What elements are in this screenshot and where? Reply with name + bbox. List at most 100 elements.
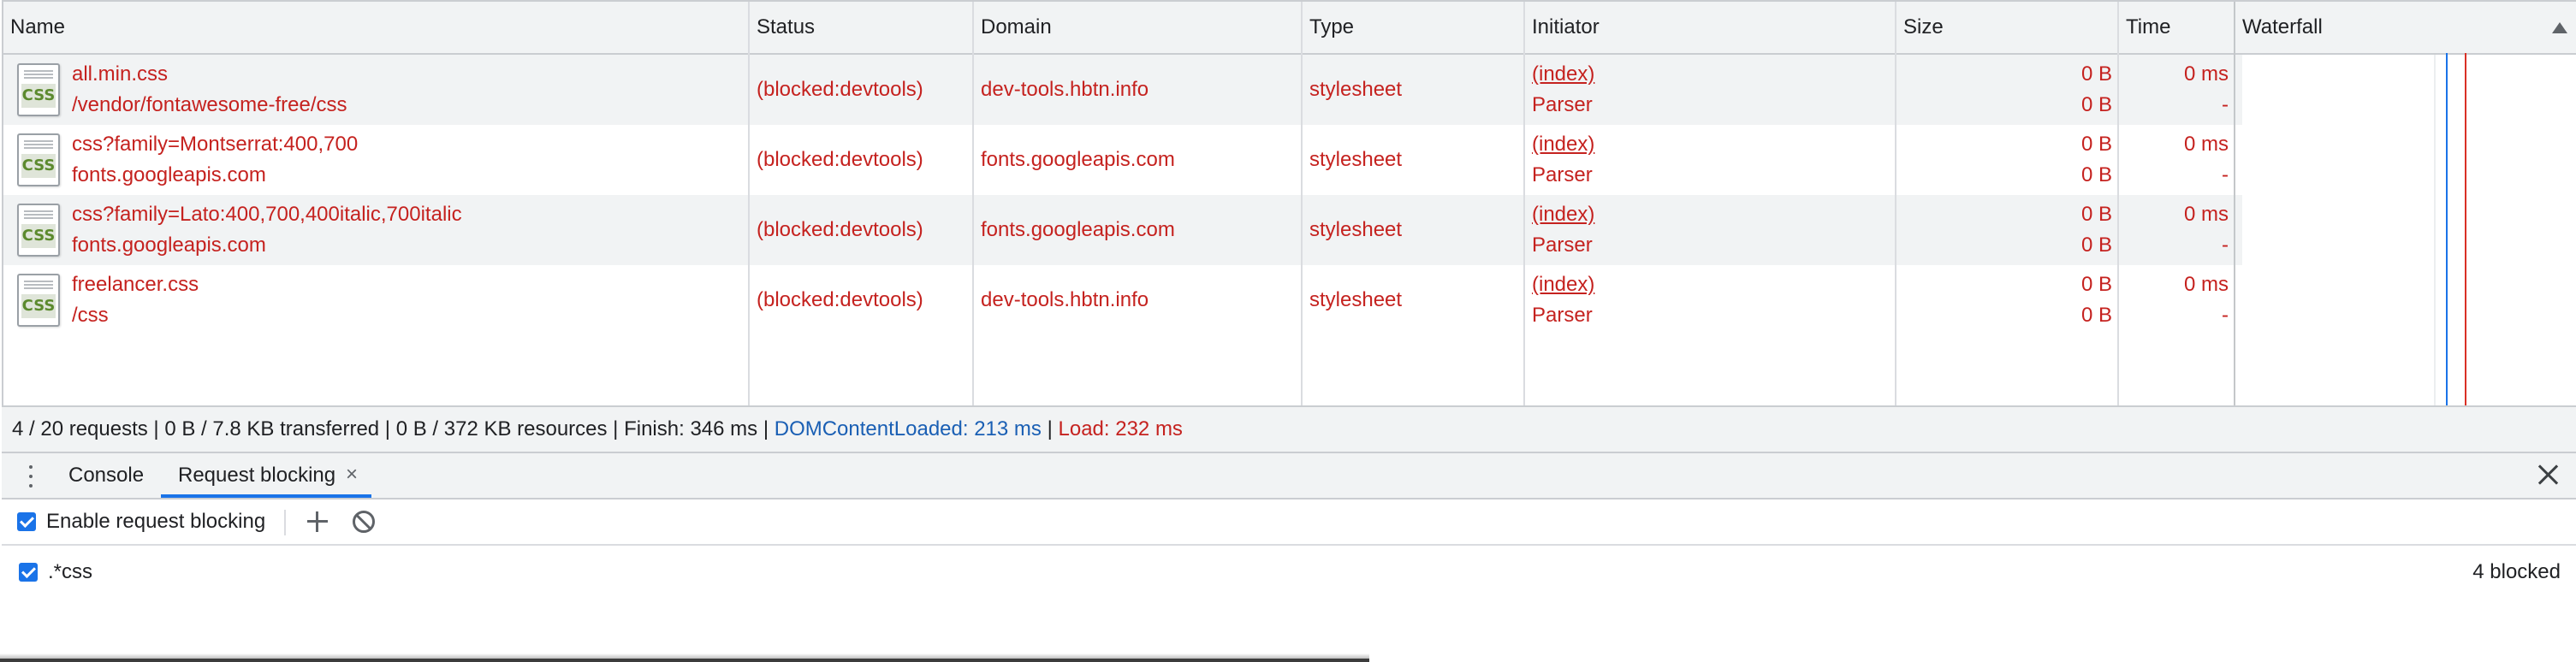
request-name: freelancer.css	[72, 273, 199, 296]
column-divider[interactable]	[1895, 2, 1896, 405]
summary-load: Load: 232 ms	[1058, 417, 1183, 440]
initiator-link[interactable]: (index)	[1532, 62, 1594, 87]
pattern-enabled-checkbox[interactable]	[19, 563, 38, 582]
sort-ascending-icon[interactable]	[2552, 22, 2567, 33]
css-file-icon: CSS	[17, 204, 60, 257]
toolbar-divider	[284, 510, 286, 535]
summary-dom-content-loaded: DOMContentLoaded: 213 ms	[774, 417, 1042, 440]
request-type: stylesheet	[1309, 218, 1403, 241]
table-row[interactable]: CSS all.min.css /vendor/fontawesome-free…	[3, 55, 2576, 125]
network-request-table: Name Status Domain Type Initiator Size T…	[2, 0, 2576, 405]
column-header-size[interactable]: Size	[1896, 2, 2117, 53]
request-status: (blocked:devtools)	[757, 218, 923, 241]
enable-request-blocking-checkbox[interactable]	[17, 512, 36, 531]
size-resource: 0 B	[2080, 93, 2112, 116]
request-domain: dev-tools.hbtn.info	[981, 288, 1149, 311]
add-pattern-icon[interactable]	[306, 511, 329, 533]
request-time: 0 ms	[2183, 203, 2229, 226]
summary-separator: |	[147, 417, 165, 440]
request-status: (blocked:devtools)	[757, 78, 923, 101]
size-transferred: 0 B	[2080, 62, 2112, 86]
request-name: css?family=Montserrat:400,700	[72, 133, 359, 156]
size-resource: 0 B	[2080, 233, 2112, 257]
initiator-type: Parser	[1532, 304, 1593, 327]
tab-console[interactable]: Console	[68, 453, 144, 498]
column-divider[interactable]	[2234, 2, 2235, 405]
request-latency: -	[2222, 163, 2229, 186]
tab-request-blocking[interactable]: Request blocking	[161, 453, 371, 498]
summary-requests: 4 / 20 requests	[12, 417, 148, 440]
initiator-link[interactable]: (index)	[1532, 272, 1594, 298]
table-row[interactable]: CSS freelancer.css /css (blocked:devtool…	[3, 265, 2576, 335]
dom-content-loaded-marker	[2446, 53, 2448, 405]
initiator-type: Parser	[1532, 93, 1593, 116]
css-file-icon: CSS	[17, 63, 60, 116]
request-time: 0 ms	[2183, 273, 2229, 296]
request-type: stylesheet	[1309, 288, 1403, 311]
summary-separator: |	[1041, 417, 1059, 440]
initiator-type: Parser	[1532, 233, 1593, 257]
tab-close-icon[interactable]: ×	[346, 453, 358, 498]
waterfall-area	[2242, 55, 2576, 405]
summary-finish: Finish: 346 ms	[624, 417, 758, 440]
size-transferred: 0 B	[2080, 133, 2112, 156]
remove-all-patterns-icon[interactable]	[353, 511, 375, 533]
column-divider[interactable]	[1523, 2, 1525, 405]
column-divider[interactable]	[748, 2, 750, 405]
request-type: stylesheet	[1309, 78, 1403, 101]
request-name: css?family=Lato:400,700,400italic,700ita…	[72, 203, 462, 226]
load-event-marker	[2465, 53, 2466, 405]
css-file-icon: CSS	[17, 133, 60, 186]
request-latency: -	[2222, 233, 2229, 257]
request-domain: fonts.googleapis.com	[981, 148, 1175, 171]
request-path: /css	[72, 304, 109, 327]
request-latency: -	[2222, 304, 2229, 327]
network-summary-bar: 4 / 20 requests | 0 B / 7.8 KB transferr…	[2, 405, 2576, 453]
waterfall-gridline	[2434, 55, 2436, 405]
column-divider[interactable]	[1301, 2, 1303, 405]
more-tools-icon[interactable]	[27, 465, 34, 488]
css-file-icon: CSS	[17, 274, 60, 327]
column-header-initiator[interactable]: Initiator	[1525, 2, 1895, 53]
column-header-name[interactable]: Name	[3, 2, 748, 53]
request-path: /vendor/fontawesome-free/css	[72, 93, 347, 116]
size-transferred: 0 B	[2080, 203, 2112, 226]
request-domain: fonts.googleapis.com	[981, 218, 1175, 241]
initiator-type: Parser	[1532, 163, 1593, 186]
blocked-patterns-list: .*css 4 blocked	[2, 546, 2576, 662]
column-header-type[interactable]: Type	[1303, 2, 1523, 53]
initiator-link[interactable]: (index)	[1532, 132, 1594, 157]
summary-separator: |	[607, 417, 625, 440]
summary-resources: 0 B / 372 KB resources	[395, 417, 608, 440]
column-header-time[interactable]: Time	[2119, 2, 2234, 53]
request-status: (blocked:devtools)	[757, 288, 923, 311]
column-header-status[interactable]: Status	[750, 2, 972, 53]
enable-request-blocking-label[interactable]: Enable request blocking	[46, 499, 265, 544]
size-transferred: 0 B	[2080, 273, 2112, 296]
table-row[interactable]: CSS css?family=Montserrat:400,700 fonts.…	[3, 125, 2576, 195]
request-status: (blocked:devtools)	[757, 148, 923, 171]
request-domain: dev-tools.hbtn.info	[981, 78, 1149, 101]
column-header-domain[interactable]: Domain	[974, 2, 1301, 53]
table-row[interactable]: CSS css?family=Lato:400,700,400italic,70…	[3, 195, 2576, 265]
summary-separator: |	[757, 417, 775, 440]
request-time: 0 ms	[2183, 133, 2229, 156]
size-resource: 0 B	[2080, 163, 2112, 186]
pattern-blocked-count: 4 blocked	[2472, 560, 2561, 583]
request-name: all.min.css	[72, 62, 169, 86]
column-header-waterfall[interactable]: Waterfall	[2235, 2, 2543, 53]
request-latency: -	[2222, 93, 2229, 116]
table-header: Name Status Domain Type Initiator Size T…	[3, 2, 2576, 55]
tab-request-blocking-label: Request blocking	[178, 464, 336, 487]
request-path: fonts.googleapis.com	[72, 163, 266, 186]
close-drawer-icon[interactable]	[2535, 462, 2561, 488]
list-item[interactable]: .*css 4 blocked	[2, 546, 2576, 599]
request-blocking-toolbar: Enable request blocking	[2, 499, 2576, 546]
drawer-tab-bar: Console Request blocking ×	[2, 453, 2576, 499]
request-path: fonts.googleapis.com	[72, 233, 266, 257]
summary-transferred: 0 B / 7.8 KB transferred	[164, 417, 380, 440]
pattern-text: .*css	[48, 560, 93, 583]
initiator-link[interactable]: (index)	[1532, 202, 1594, 228]
column-divider[interactable]	[972, 2, 974, 405]
column-divider[interactable]	[2117, 2, 2119, 405]
